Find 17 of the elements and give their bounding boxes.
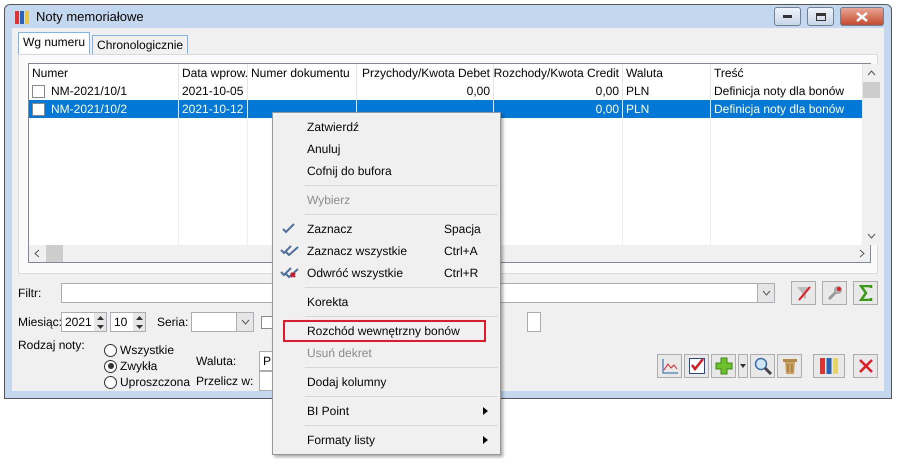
table-cell-text: Definicja noty dla bonów xyxy=(714,83,844,100)
convert-label: Przelicz w: xyxy=(196,374,254,388)
note-type-label: Rodzaj noty: xyxy=(18,338,86,354)
table-cell-text: PLN xyxy=(626,101,650,118)
filter-label: Filtr: xyxy=(18,286,42,300)
table-cell-text: Definicja noty dla bonów xyxy=(714,101,844,118)
table-cell-text: NM-2021/10/1 xyxy=(51,83,128,100)
table-cell-text: 0,00 xyxy=(466,83,490,100)
table-cell-text: 0,00 xyxy=(596,101,619,118)
series-label: Seria: xyxy=(157,315,188,329)
table-cell-text: PLN xyxy=(626,83,650,100)
window-title: Noty memoriałowe xyxy=(36,9,145,24)
table-cell-text: 0,00 xyxy=(596,83,619,100)
currency-label: Waluta: xyxy=(196,354,238,368)
table-cell-text: NM-2021/10/2 xyxy=(51,101,128,118)
table-cell-text: 2021-10-12 xyxy=(182,101,244,118)
table-cell-text: 2021-10-05 xyxy=(182,83,244,100)
